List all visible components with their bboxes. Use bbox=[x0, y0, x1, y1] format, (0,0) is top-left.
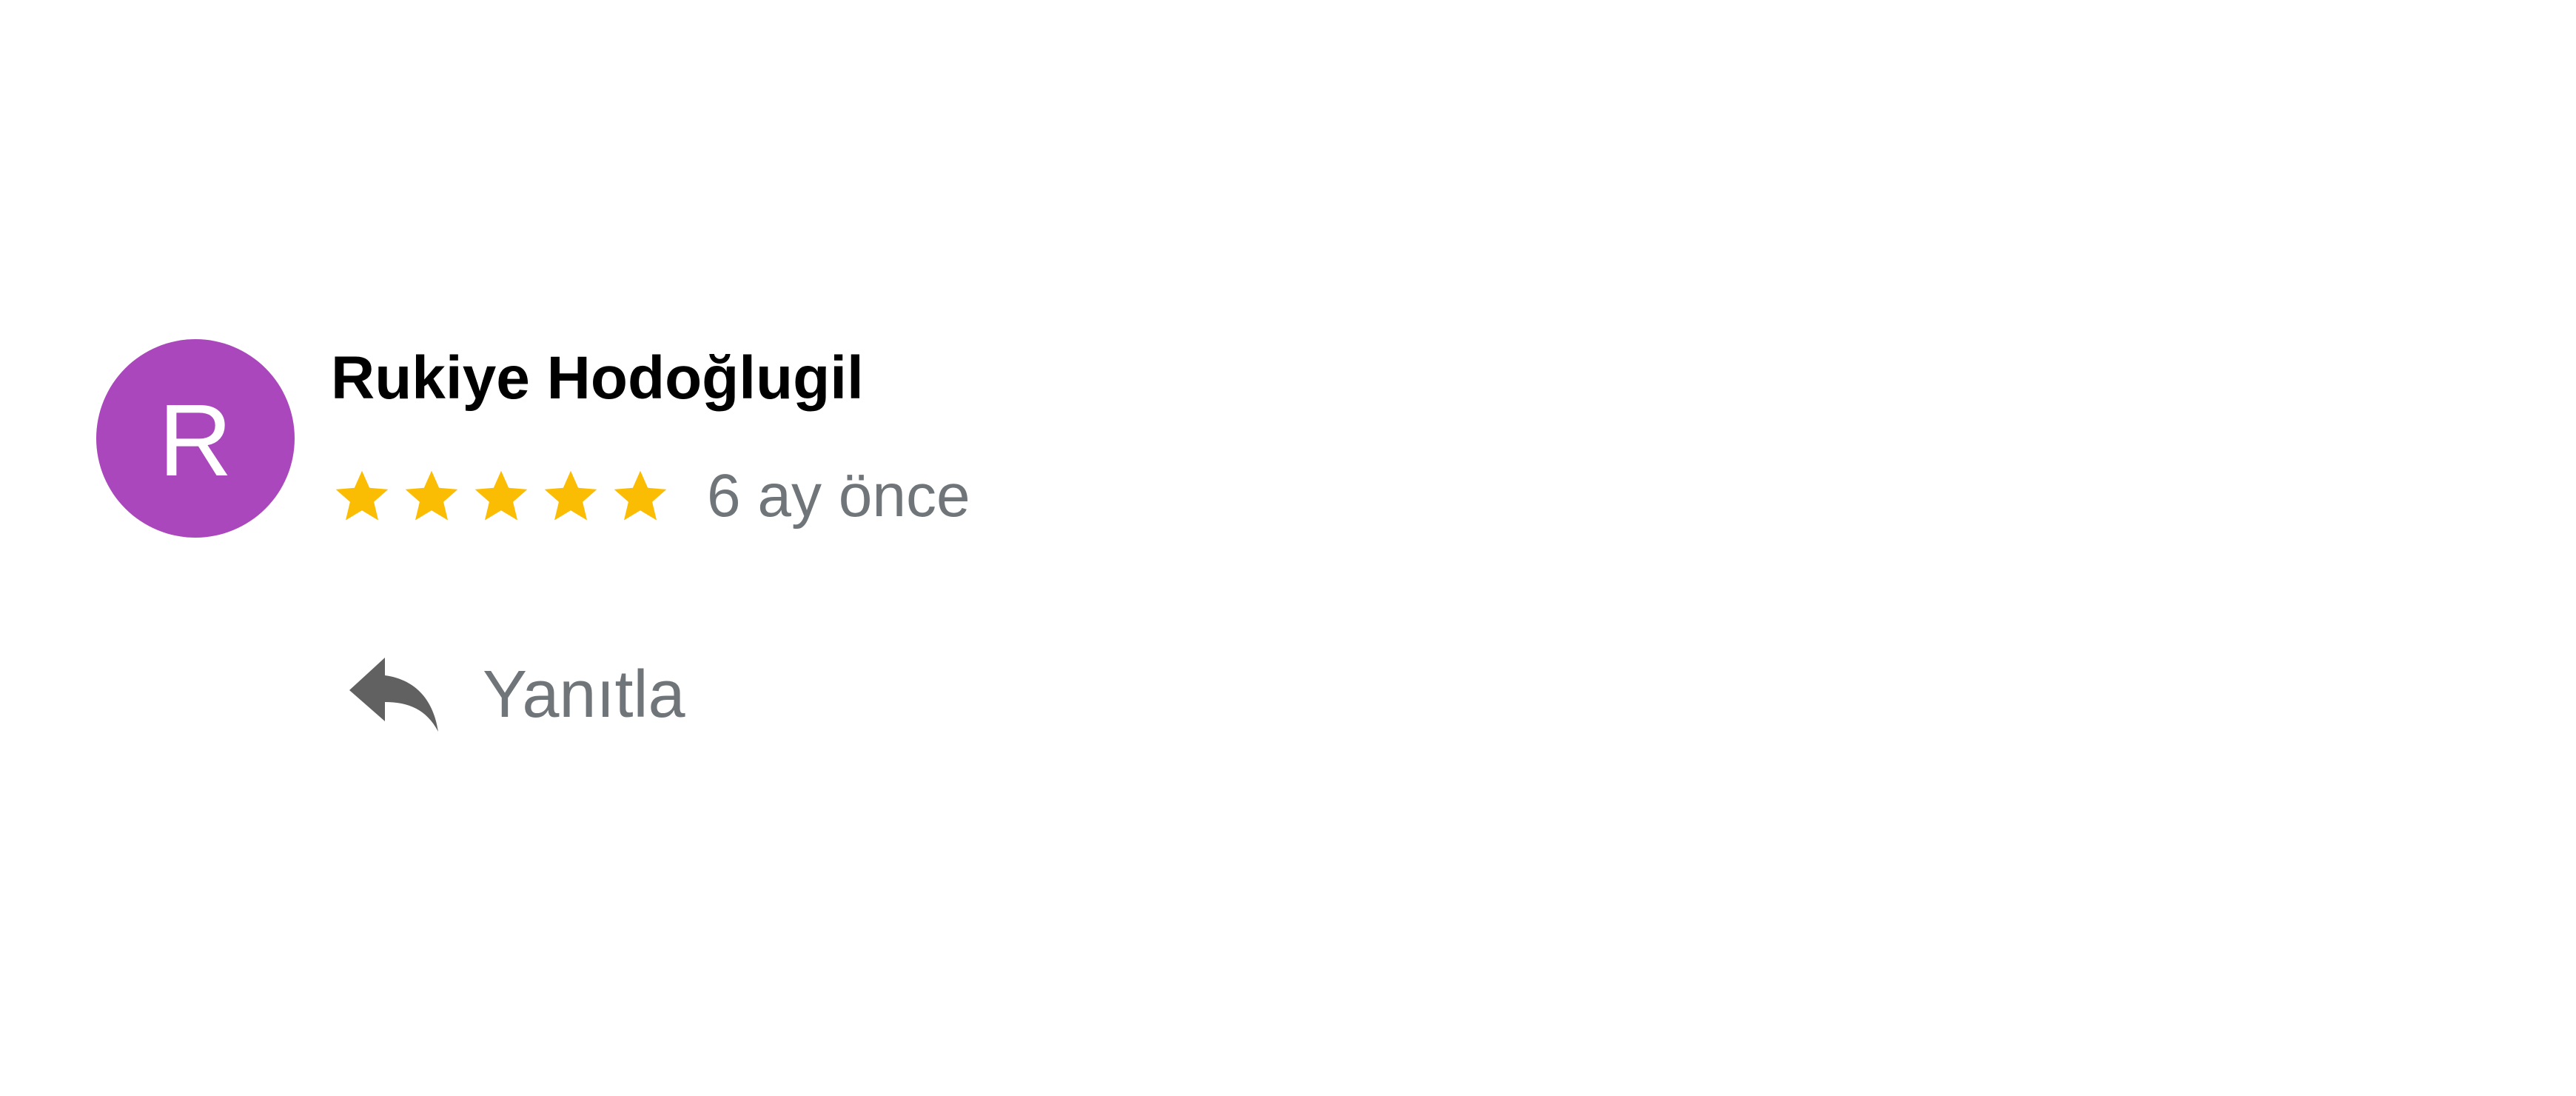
star-icon bbox=[614, 470, 667, 521]
star-rating bbox=[331, 465, 671, 527]
review-time: 6 ay önce bbox=[707, 462, 970, 529]
author-name[interactable]: Rukiye Hodoğlugil bbox=[331, 342, 864, 415]
rating-row: 6 ay önce bbox=[331, 459, 970, 533]
star-icon bbox=[544, 470, 597, 521]
star-icon bbox=[405, 470, 458, 521]
avatar-letter: R bbox=[158, 384, 232, 498]
reply-button[interactable]: Yanıtla bbox=[346, 650, 685, 739]
avatar[interactable]: R bbox=[96, 339, 295, 538]
star-icon bbox=[335, 470, 389, 521]
reply-icon bbox=[349, 658, 438, 732]
review-card: R Rukiye Hodoğlugil 6 ay önce Yanıtla bbox=[96, 339, 1281, 754]
star-icon bbox=[474, 470, 528, 521]
reply-label: Yanıtla bbox=[483, 658, 685, 732]
